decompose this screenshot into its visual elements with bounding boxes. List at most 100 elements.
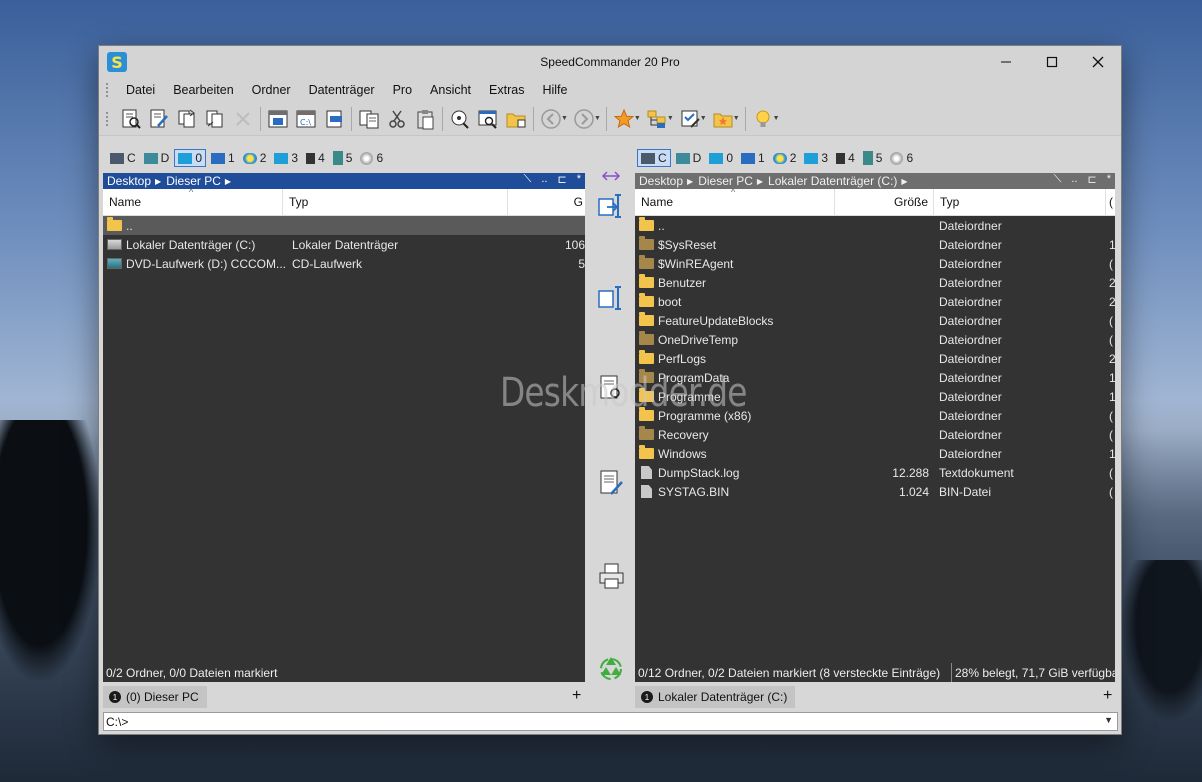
breadcrumb-arrow-icon[interactable]: ▶ — [155, 177, 161, 186]
right-drive-2[interactable]: 2 — [770, 149, 800, 167]
favorite-folder-dropdown-icon[interactable]: ▼ — [733, 115, 740, 122]
list-item[interactable]: PerfLogs Dateiordner 2 — [635, 349, 1115, 368]
command-line-input[interactable]: C:\> ▼ — [103, 712, 1118, 731]
right-file-panel[interactable]: Desktop ▶ Dieser PC ▶ Lokaler Datenträger … — [635, 173, 1115, 681]
edit-file-button[interactable] — [595, 466, 627, 500]
view-file-button[interactable] — [595, 371, 627, 405]
menu-pro[interactable]: Pro — [384, 83, 421, 97]
chevron-down-icon[interactable]: ▼ — [1104, 715, 1113, 725]
favorites-dropdown-icon[interactable]: ▼ — [634, 115, 641, 122]
folder-tree-dropdown-icon[interactable]: ▼ — [667, 115, 674, 122]
search-button[interactable] — [474, 105, 502, 133]
list-item[interactable]: Windows Dateiordner 1 — [635, 444, 1115, 463]
root-icon[interactable]: ⟍ — [1054, 173, 1062, 186]
list-item[interactable]: .. — [103, 216, 585, 235]
copy-to-other-panel-button[interactable] — [595, 189, 627, 223]
tree-icon[interactable]: ⊏ — [558, 173, 567, 186]
list-item[interactable]: Lokaler Datenträger (C:) Lokaler Datentr… — [103, 235, 585, 254]
right-drive-4[interactable]: 4 — [833, 149, 858, 167]
print-button[interactable] — [595, 559, 627, 593]
breadcrumb-dieser-pc[interactable]: Dieser PC — [166, 174, 221, 188]
right-drive-c[interactable]: C — [637, 149, 671, 167]
tips-dropdown-icon[interactable]: ▼ — [773, 115, 780, 122]
menu-grip[interactable] — [105, 82, 109, 98]
path-button[interactable]: C:\ — [292, 105, 320, 133]
breadcrumb-arrow-icon[interactable]: ▶ — [901, 177, 907, 186]
menu-extras[interactable]: Extras — [480, 83, 533, 97]
right-drive-1[interactable]: 1 — [738, 149, 768, 167]
disk-usage-button[interactable] — [446, 105, 474, 133]
breadcrumb-drive-c[interactable]: Lokaler Datenträger (C:) — [768, 174, 897, 188]
menu-datei[interactable]: Datei — [117, 83, 164, 97]
left-add-tab-button[interactable]: + — [572, 687, 581, 705]
toolbar-grip[interactable] — [105, 110, 109, 127]
parent-icon[interactable]: .. — [541, 173, 547, 186]
list-item[interactable]: .. Dateiordner — [635, 216, 1115, 235]
compare-button[interactable] — [320, 105, 348, 133]
breadcrumb-arrow-icon[interactable]: ▶ — [225, 177, 231, 186]
list-item[interactable]: SYSTAG.BIN 1.024 BIN-Datei( — [635, 482, 1115, 501]
list-item[interactable]: Benutzer Dateiordner 2 — [635, 273, 1115, 292]
column-size[interactable]: G — [508, 189, 585, 215]
edit-button[interactable] — [145, 105, 173, 133]
root-icon[interactable]: ⟍ — [524, 173, 532, 186]
column-type[interactable]: Typ — [934, 189, 1106, 215]
menu-bearbeiten[interactable]: Bearbeiten — [164, 83, 242, 97]
menu-ordner[interactable]: Ordner — [243, 83, 300, 97]
left-drive-1[interactable]: 1 — [208, 149, 238, 167]
move-to-other-panel-button[interactable] — [595, 281, 627, 315]
favorite-mark-icon[interactable]: * — [1107, 173, 1111, 186]
list-item[interactable]: OneDriveTemp Dateiordner( — [635, 330, 1115, 349]
swap-panels-button[interactable] — [595, 165, 627, 187]
left-file-panel[interactable]: Desktop ▶ Dieser PC ▶ ⟍ .. ⊏ * Name ^ Typ G… — [103, 173, 585, 681]
close-button[interactable] — [1075, 46, 1121, 78]
menu-hilfe[interactable]: Hilfe — [533, 83, 576, 97]
breadcrumb-arrow-icon[interactable]: ▶ — [687, 177, 693, 186]
right-drive-5[interactable]: 5 — [860, 149, 886, 167]
recycle-button[interactable] — [595, 651, 627, 685]
breadcrumb-dieser-pc[interactable]: Dieser PC — [698, 174, 753, 188]
left-drive-2[interactable]: 2 — [240, 149, 270, 167]
maximize-button[interactable] — [1029, 46, 1075, 78]
archive-button[interactable] — [264, 105, 292, 133]
paste-button[interactable] — [411, 105, 439, 133]
breadcrumb-arrow-icon[interactable]: ▶ — [757, 177, 763, 186]
copy-panel-button[interactable] — [355, 105, 383, 133]
list-item[interactable]: FeatureUpdateBlocks Dateiordner( — [635, 311, 1115, 330]
breadcrumb-desktop[interactable]: Desktop — [639, 174, 683, 188]
copy-button[interactable] — [173, 105, 201, 133]
right-drive-d[interactable]: D — [673, 149, 705, 167]
right-tab-drive-c[interactable]: 1 Lokaler Datenträger (C:) — [635, 686, 796, 708]
right-drive-0[interactable]: 0 — [706, 149, 736, 167]
list-item[interactable]: Programme (x86) Dateiordner( — [635, 406, 1115, 425]
column-name[interactable]: Name ^ — [635, 187, 835, 215]
back-dropdown-icon[interactable]: ▼ — [561, 115, 568, 122]
left-drive-d[interactable]: D — [141, 149, 173, 167]
list-item[interactable]: DVD-Laufwerk (D:) CCCOM... CD-Laufwerk 5 — [103, 254, 585, 273]
cut-button[interactable] — [383, 105, 411, 133]
left-drive-0[interactable]: 0 — [174, 149, 207, 167]
left-drive-c[interactable]: C — [107, 149, 139, 167]
forward-dropdown-icon[interactable]: ▼ — [594, 115, 601, 122]
move-button[interactable] — [201, 105, 229, 133]
parent-icon[interactable]: .. — [1071, 173, 1077, 186]
right-drive-3[interactable]: 3 — [801, 149, 831, 167]
favorite-mark-icon[interactable]: * — [577, 173, 581, 186]
tree-icon[interactable]: ⊏ — [1088, 173, 1097, 186]
left-drive-5[interactable]: 5 — [330, 149, 356, 167]
breadcrumb-desktop[interactable]: Desktop — [107, 174, 151, 188]
list-item[interactable]: ProgramData Dateiordner 1 — [635, 368, 1115, 387]
folder-sync-button[interactable] — [502, 105, 530, 133]
edit-list-dropdown-icon[interactable]: ▼ — [700, 115, 707, 122]
column-date[interactable]: ( — [1106, 189, 1115, 215]
delete-button[interactable] — [229, 105, 257, 133]
right-drive-6[interactable]: 6 — [887, 149, 916, 167]
column-type[interactable]: Typ — [283, 189, 508, 215]
list-item[interactable]: $WinREAgent Dateiordner( — [635, 254, 1115, 273]
list-item[interactable]: Recovery Dateiordner( — [635, 425, 1115, 444]
list-item[interactable]: $SysReset Dateiordner 1 — [635, 235, 1115, 254]
menu-ansicht[interactable]: Ansicht — [421, 83, 480, 97]
column-size[interactable]: Größe — [835, 189, 934, 215]
left-drive-6[interactable]: 6 — [357, 149, 386, 167]
app-logo-icon[interactable]: S — [107, 52, 127, 72]
